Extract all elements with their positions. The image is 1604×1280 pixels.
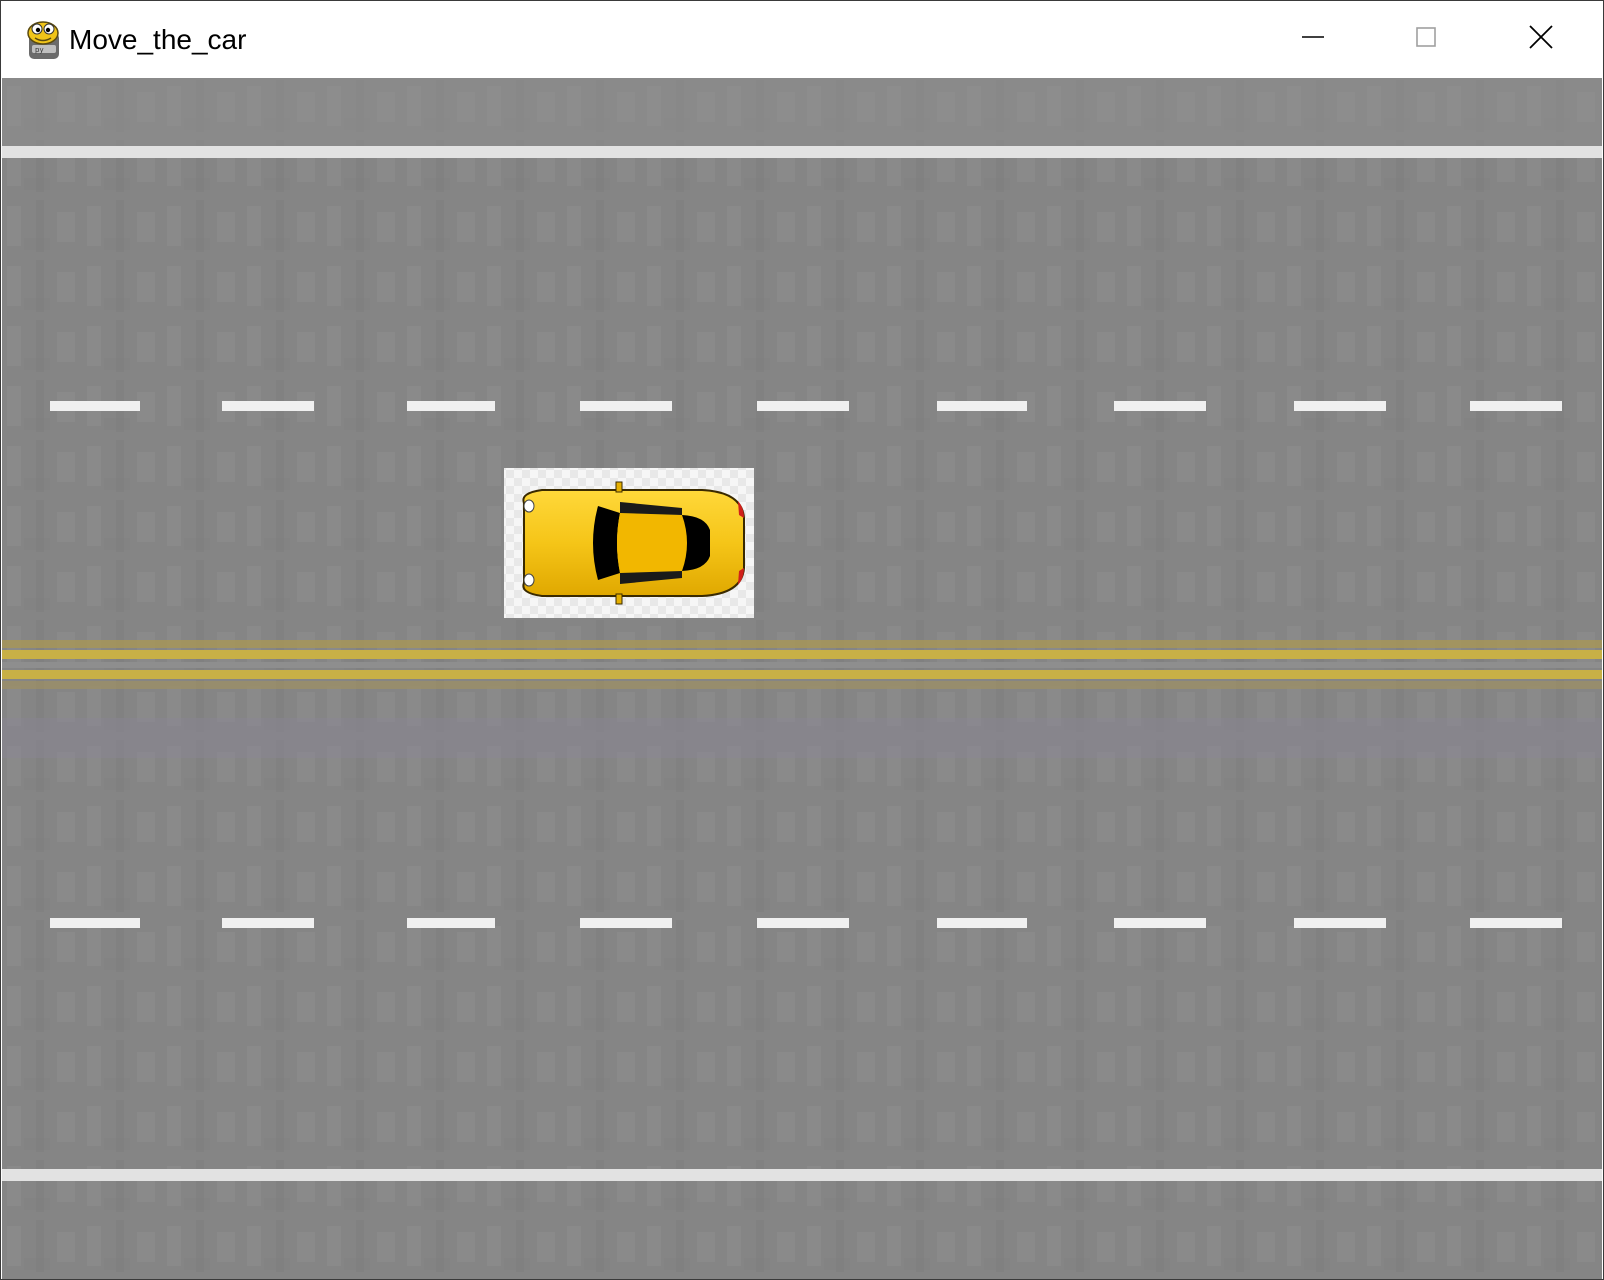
center-shadow-band — [2, 718, 1602, 758]
top-edge-line — [2, 146, 1602, 158]
upper-dashed-line — [50, 401, 1562, 411]
road-scene — [2, 78, 1602, 1279]
close-icon — [1528, 24, 1554, 55]
maximize-icon — [1414, 25, 1438, 54]
maximize-button[interactable] — [1369, 1, 1483, 78]
game-window: py Move_the_car — [0, 0, 1604, 1280]
window-title: Move_the_car — [69, 24, 247, 55]
close-button[interactable] — [1484, 1, 1598, 78]
minimize-icon — [1301, 25, 1325, 54]
game-canvas[interactable] — [2, 78, 1602, 1279]
lower-dashed-line — [50, 918, 1562, 928]
minimize-button[interactable] — [1256, 1, 1370, 78]
pygame-snake-icon: py — [23, 19, 63, 61]
svg-text:py: py — [35, 46, 44, 54]
bottom-edge-line — [2, 1169, 1602, 1181]
upper-shoulder — [2, 78, 1602, 148]
center-double-yellow-line — [2, 640, 1602, 689]
yellow-car-topdown-icon[interactable] — [504, 468, 754, 618]
title-bar[interactable]: py Move_the_car — [1, 1, 1603, 78]
